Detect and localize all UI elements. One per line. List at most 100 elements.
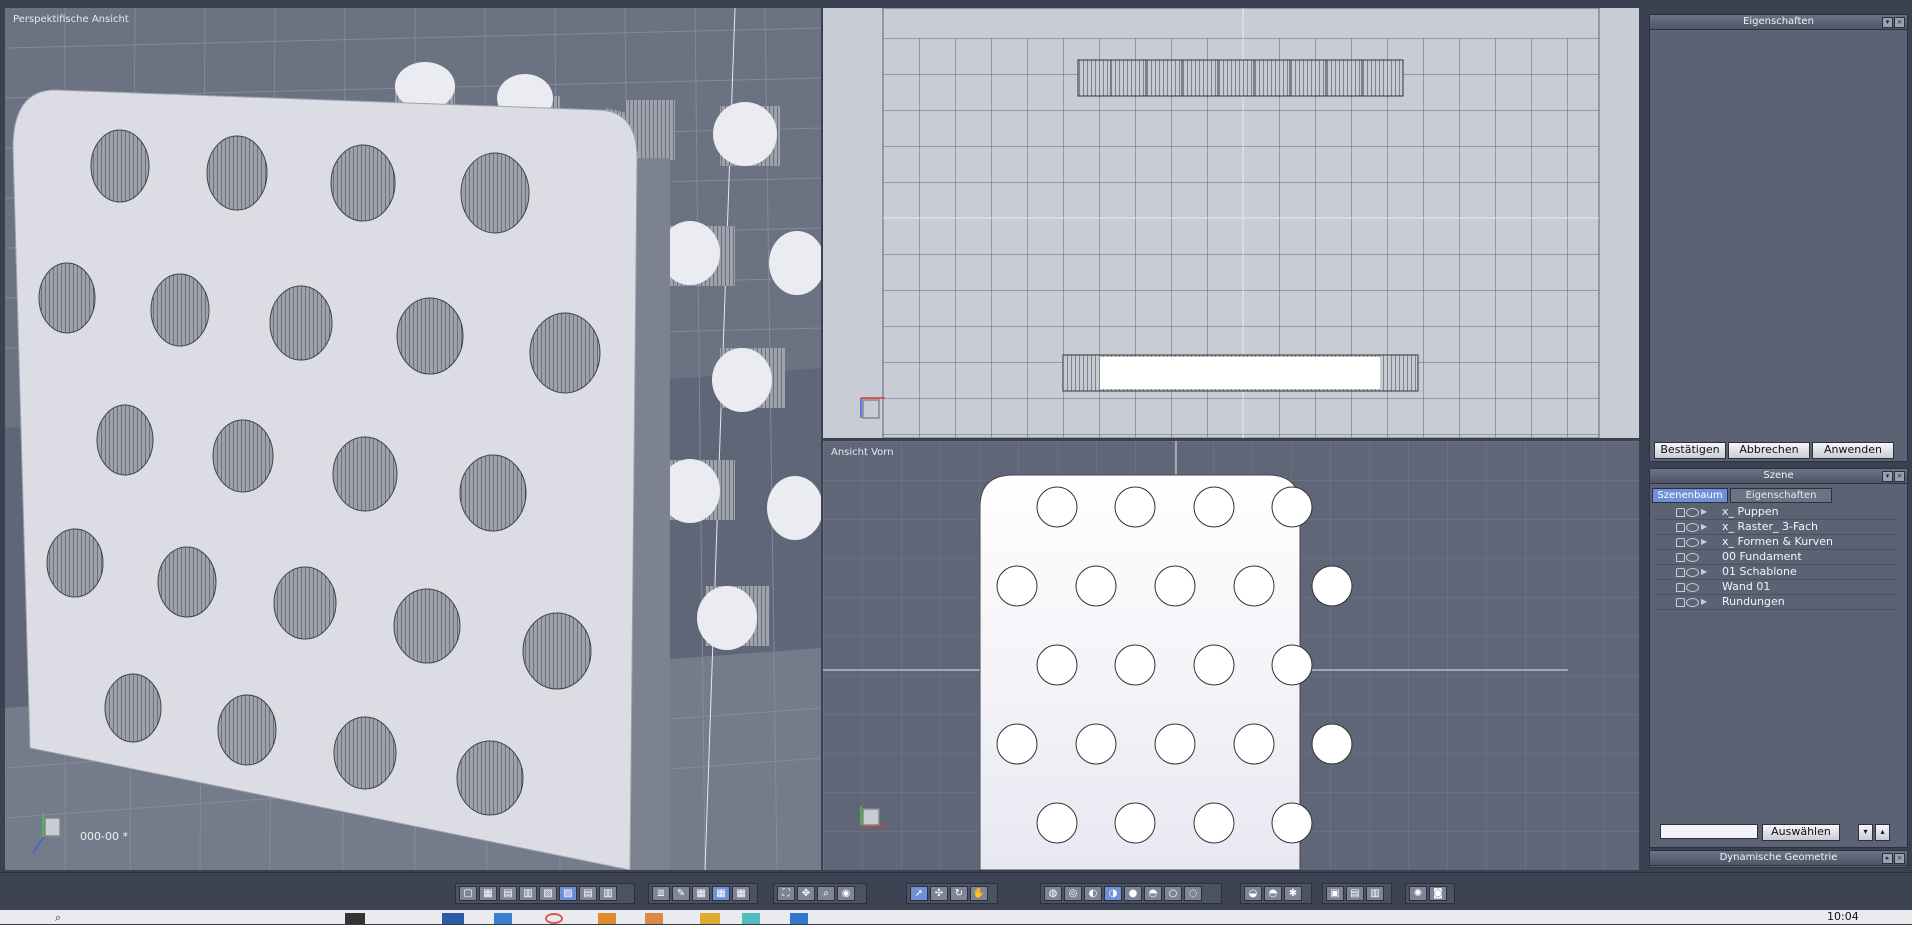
shaded-icon[interactable]: ◑ — [1104, 886, 1122, 901]
lock-icon[interactable] — [1676, 508, 1685, 517]
layout-three-icon[interactable]: ▧ — [539, 886, 557, 901]
eye-icon[interactable] — [1686, 553, 1699, 562]
taskbar-app-icon[interactable] — [598, 913, 616, 924]
taskbar-app-icon[interactable] — [645, 913, 663, 924]
eye-icon[interactable] — [1686, 538, 1699, 547]
dynamic-geometry-title[interactable]: Dynamische Geometrie ▸ × — [1650, 851, 1907, 866]
objects-icon[interactable]: ▤ — [1346, 886, 1364, 901]
eye-icon[interactable] — [1686, 523, 1699, 532]
tree-item-label: Rundungen — [1722, 595, 1785, 608]
objects-toolbar: ▣ ▤ ▥ — [1322, 883, 1392, 904]
paint-icon[interactable]: ✎ — [672, 886, 690, 901]
close-icon[interactable]: × — [1894, 17, 1905, 28]
layout-active-icon[interactable]: ▨ — [559, 886, 577, 901]
taskbar-app-icon[interactable] — [700, 913, 720, 924]
grid-fine-icon[interactable]: ▦ — [732, 886, 750, 901]
search-input[interactable] — [1660, 824, 1758, 839]
hand-tool-icon[interactable]: ✋ — [970, 886, 988, 901]
confirm-button[interactable]: Bestätigen — [1654, 442, 1726, 459]
tree-item-rundungen[interactable]: ▶ Rundungen — [1654, 595, 1897, 610]
tree-item-fundament[interactable]: 00 Fundament — [1654, 550, 1897, 565]
coordinate-readout: 000-00 * — [80, 830, 128, 843]
expand-arrow-icon[interactable]: ▶ — [1701, 565, 1707, 579]
taskbar-app-icon[interactable] — [494, 913, 512, 924]
render-settings-icon[interactable]: ✺ — [1409, 886, 1427, 901]
smooth-shade-icon[interactable]: ● — [1124, 886, 1142, 901]
eye-icon[interactable] — [1686, 598, 1699, 607]
move-tool-icon[interactable]: ✣ — [930, 886, 948, 901]
lock-icon[interactable] — [1676, 523, 1685, 532]
search-icon[interactable]: ⌕ — [55, 911, 61, 925]
layout-single-icon[interactable]: ▢ — [459, 886, 477, 901]
select-button[interactable]: Auswählen — [1762, 824, 1840, 841]
pan-icon[interactable]: ✥ — [797, 886, 815, 901]
tree-item-formen-kurven[interactable]: ▶ x_ Formen & Kurven — [1654, 535, 1897, 550]
lights-icon[interactable]: ✱ — [1284, 886, 1302, 901]
render-sphere-icon[interactable]: ◌ — [1184, 886, 1202, 901]
layout-two-icon[interactable]: ▤ — [579, 886, 597, 901]
eye-view-icon[interactable]: ◉ — [837, 886, 855, 901]
tree-item-puppen[interactable]: ▶ x_ Puppen — [1654, 505, 1897, 520]
tree-item-schablone[interactable]: ▶ 01 Schablone — [1654, 565, 1897, 580]
clock[interactable]: 10:04 — [1827, 910, 1859, 923]
dynamic-geometry-panel: Dynamische Geometrie ▸ × — [1649, 850, 1908, 868]
word-icon[interactable] — [442, 913, 464, 924]
expand-arrow-icon[interactable]: ▶ — [1701, 535, 1707, 549]
flat-shade-icon[interactable]: ◐ — [1084, 886, 1102, 901]
perspective-view-label: Perspektifische Ansicht — [13, 14, 129, 25]
lock-icon[interactable] — [1676, 568, 1685, 577]
material-icon[interactable]: ◒ — [1244, 886, 1262, 901]
front-viewport[interactable]: Ansicht Vorn — [823, 441, 1639, 870]
taskbar-app-icon[interactable] — [742, 913, 760, 924]
expand-arrow-icon[interactable]: ▶ — [1701, 595, 1707, 609]
zoom-extents-icon[interactable]: ⛶ — [777, 886, 795, 901]
expand-arrow-icon[interactable]: ▶ — [1701, 520, 1707, 534]
layout-split-v-icon[interactable]: ▥ — [519, 886, 537, 901]
lock-icon[interactable] — [1676, 583, 1685, 592]
tab-properties[interactable]: Eigenschaften — [1730, 488, 1832, 503]
expand-arrow-icon[interactable]: ▶ — [1701, 505, 1707, 519]
close-icon[interactable]: × — [1894, 471, 1905, 482]
collapse-icon[interactable]: ▾ — [1882, 17, 1893, 28]
perspective-viewport[interactable]: Perspektifische Ansicht 000-00 * — [5, 8, 821, 870]
hidden-line-icon[interactable]: ◎ — [1064, 886, 1082, 901]
taskbar-app-icon[interactable] — [545, 913, 563, 924]
dropdown-icon[interactable]: ▾ — [1858, 824, 1873, 841]
zoom-icon[interactable]: ⌕ — [817, 886, 835, 901]
eye-icon[interactable] — [1686, 583, 1699, 592]
grid-icon[interactable]: ▦ — [712, 886, 730, 901]
layout-columns-icon[interactable]: ▥ — [599, 886, 617, 901]
lock-icon[interactable] — [1676, 598, 1685, 607]
box-icon[interactable]: ▣ — [1326, 886, 1344, 901]
lock-icon[interactable] — [1676, 553, 1685, 562]
wireframe-icon[interactable]: ◍ — [1044, 886, 1062, 901]
collapse-icon[interactable]: ▸ — [1882, 853, 1893, 864]
camera-icon[interactable]: ◙ — [1429, 886, 1447, 901]
tree-item-label: 01 Schablone — [1722, 565, 1797, 578]
color-grid-icon[interactable]: ▦ — [692, 886, 710, 901]
rotate-tool-icon[interactable]: ↻ — [950, 886, 968, 901]
apply-button[interactable]: Anwenden — [1812, 442, 1894, 459]
tree-item-raster[interactable]: ▶ x_ Raster_ 3-Fach — [1654, 520, 1897, 535]
sphere-shade-icon[interactable]: ○ — [1164, 886, 1182, 901]
collapse-icon[interactable]: ▾ — [1882, 471, 1893, 482]
wall-front — [12, 89, 638, 870]
layout-split-h-icon[interactable]: ▤ — [499, 886, 517, 901]
tab-scene-tree[interactable]: Szenenbaum — [1652, 488, 1728, 503]
layers-icon[interactable]: ▥ — [1366, 886, 1384, 901]
texture-icon[interactable]: ◓ — [1144, 886, 1162, 901]
taskbar-app-icon[interactable] — [345, 913, 365, 924]
top-viewport[interactable] — [823, 8, 1639, 438]
up-arrow-icon[interactable]: ▴ — [1875, 824, 1890, 841]
lock-icon[interactable] — [1676, 538, 1685, 547]
tree-item-wand[interactable]: Wand 01 — [1654, 580, 1897, 595]
cancel-button[interactable]: Abbrechen — [1728, 442, 1810, 459]
layout-quad-icon[interactable]: ▦ — [479, 886, 497, 901]
taskbar-app-icon[interactable] — [790, 913, 808, 924]
eye-icon[interactable] — [1686, 568, 1699, 577]
notes-icon[interactable]: ≣ — [652, 886, 670, 901]
select-tool-icon[interactable]: ➚ — [910, 886, 928, 901]
close-icon[interactable]: × — [1894, 853, 1905, 864]
environment-icon[interactable]: ◓ — [1264, 886, 1282, 901]
eye-icon[interactable] — [1686, 508, 1699, 517]
